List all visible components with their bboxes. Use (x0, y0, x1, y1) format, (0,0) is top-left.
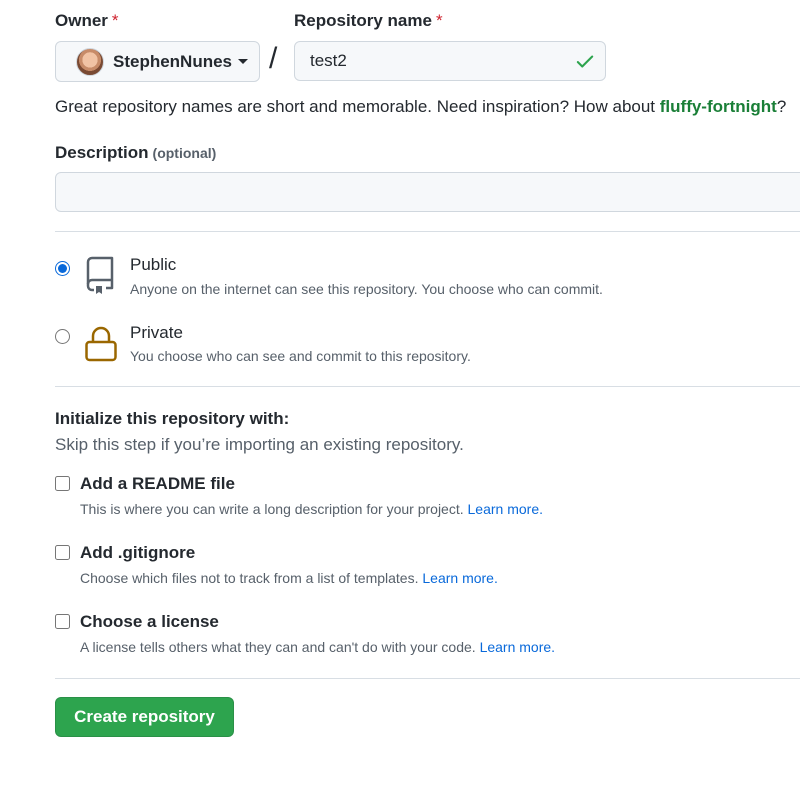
visibility-public-title: Public (130, 255, 177, 274)
owner-label: Owner * (55, 11, 119, 31)
init-section-subtitle: Skip this step if you’re importing an ex… (55, 435, 464, 454)
gitignore-desc: Choose which files not to track from a l… (80, 570, 498, 586)
visibility-private-radio[interactable] (55, 329, 70, 344)
license-learn-more-link[interactable]: Learn more. (480, 639, 555, 655)
description-input[interactable] (55, 172, 800, 212)
license-desc: A license tells others what they can and… (80, 639, 555, 655)
gitignore-desc-text: Choose which files not to track from a l… (80, 570, 423, 586)
divider (55, 231, 800, 232)
owner-name: StephenNunes (113, 51, 233, 71)
visibility-public-desc: Anyone on the internet can see this repo… (130, 281, 603, 297)
required-mark: * (111, 11, 119, 30)
owner-label-text: Owner (55, 11, 108, 30)
readme-desc-text: This is where you can write a long descr… (80, 501, 468, 517)
lock-icon (85, 326, 117, 362)
repo-name-hint: Great repository names are short and mem… (55, 97, 786, 117)
readme-title: Add a README file (80, 474, 235, 493)
readme-checkbox[interactable] (55, 476, 70, 491)
visibility-private-desc: You choose who can see and commit to thi… (130, 348, 471, 364)
description-label-text: Description (55, 143, 149, 162)
repo-name-input[interactable] (294, 41, 606, 81)
gitignore-checkbox[interactable] (55, 545, 70, 560)
avatar (76, 47, 104, 76)
divider (55, 678, 800, 679)
readme-desc: This is where you can write a long descr… (80, 501, 543, 517)
description-label: Description (optional) (55, 143, 216, 163)
gitignore-learn-more-link[interactable]: Learn more. (422, 570, 497, 586)
divider (55, 386, 800, 387)
name-suggestion-link[interactable]: fluffy-fortnight (660, 97, 777, 116)
gitignore-title: Add .gitignore (80, 543, 196, 562)
hint-end: ? (776, 97, 787, 116)
license-title: Choose a license (80, 612, 219, 631)
license-checkbox[interactable] (55, 614, 70, 629)
owner-repo-separator: / (269, 42, 278, 75)
required-mark: * (435, 11, 443, 30)
license-desc-text: A license tells others what they can and… (80, 639, 480, 655)
create-repo-form: Owner* StephenNunes / Repository name* G… (0, 0, 800, 785)
hint-text: Great repository names are short and mem… (55, 97, 660, 116)
readme-learn-more-link[interactable]: Learn more. (468, 501, 543, 517)
optional-tag: (optional) (152, 145, 217, 161)
visibility-private-title: Private (130, 323, 183, 342)
init-section-title: Initialize this repository with: (55, 409, 290, 428)
visibility-public-radio[interactable] (55, 261, 70, 276)
check-icon (576, 55, 594, 68)
repo-icon (86, 256, 114, 294)
caret-down-icon (238, 59, 249, 64)
repo-name-label-text: Repository name (294, 11, 432, 30)
repo-name-label: Repository name * (294, 11, 443, 31)
create-repository-button[interactable]: Create repository (55, 697, 234, 737)
owner-dropdown-button[interactable]: StephenNunes (55, 41, 260, 82)
